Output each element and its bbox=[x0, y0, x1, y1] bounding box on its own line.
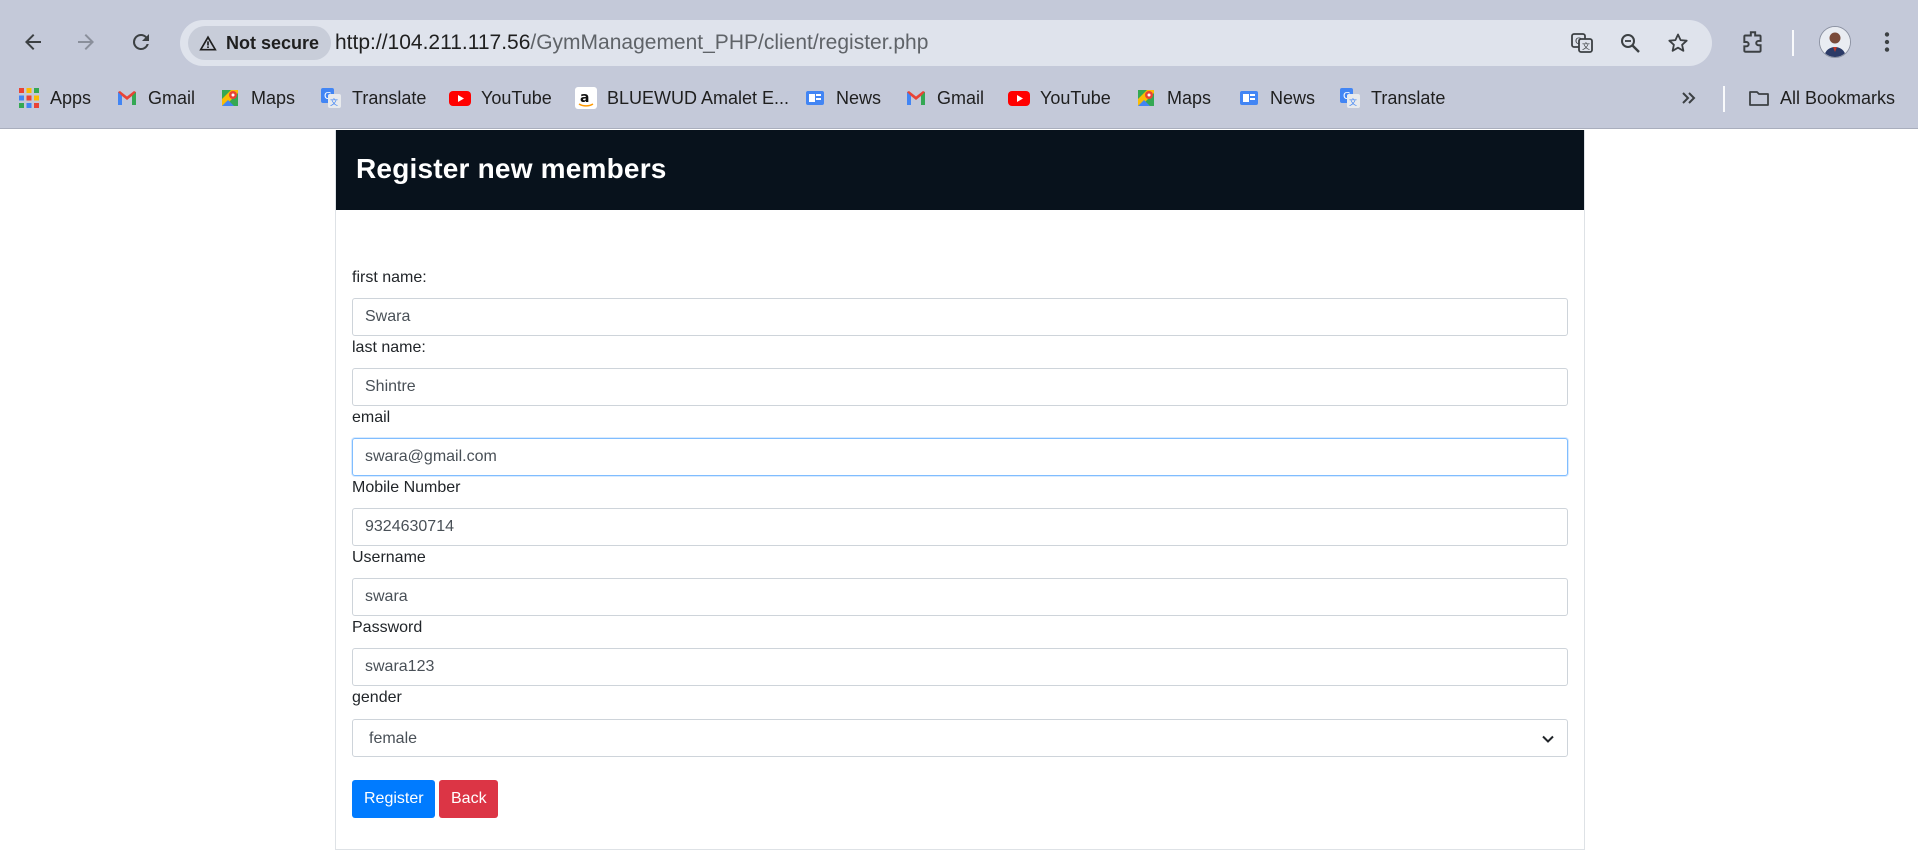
profile-avatar[interactable] bbox=[1819, 26, 1851, 58]
apps-grid-icon bbox=[19, 88, 39, 108]
news-icon bbox=[1240, 91, 1258, 105]
url-text[interactable]: http://104.211.117.56/GymManagement_PHP/… bbox=[335, 20, 928, 66]
bookmarks-overflow-button[interactable] bbox=[1678, 80, 1700, 116]
bookmark-gmail-2[interactable]: Gmail bbox=[905, 80, 984, 116]
maps-icon bbox=[222, 90, 238, 106]
address-bar[interactable]: Not secure http://104.211.117.56/GymMana… bbox=[180, 20, 1712, 66]
bookmark-youtube[interactable]: YouTube bbox=[449, 80, 552, 116]
double-chevron-right-icon bbox=[1682, 92, 1696, 104]
bookmarks-divider bbox=[1723, 86, 1725, 112]
bookmarks-bar: Apps Gmail Maps G文 Translate YouTube a B… bbox=[0, 80, 1918, 116]
svg-text:a: a bbox=[580, 90, 589, 106]
news-icon bbox=[806, 91, 824, 105]
password-field[interactable] bbox=[352, 648, 1568, 686]
svg-text:文: 文 bbox=[1349, 97, 1357, 107]
maps-icon bbox=[1138, 90, 1154, 106]
first-name-label: first name: bbox=[352, 269, 427, 286]
bookmark-youtube-2[interactable]: YouTube bbox=[1008, 80, 1111, 116]
all-bookmarks-button[interactable]: All Bookmarks bbox=[1748, 80, 1895, 116]
bookmark-amazon[interactable]: a BLUEWUD Amalet E... bbox=[575, 80, 789, 116]
folder-icon bbox=[1749, 91, 1769, 106]
gender-selected-value: female bbox=[369, 730, 418, 747]
amazon-icon: a bbox=[575, 87, 597, 109]
bookmark-apps[interactable]: Apps bbox=[18, 80, 91, 116]
last-name-label: last name: bbox=[352, 339, 426, 356]
gender-select[interactable]: female bbox=[352, 719, 1568, 757]
security-chip[interactable]: Not secure bbox=[188, 26, 332, 60]
youtube-icon bbox=[1008, 91, 1030, 106]
bookmark-news[interactable]: News bbox=[804, 80, 881, 116]
bookmark-maps-2[interactable]: Maps bbox=[1135, 80, 1211, 116]
chevron-down-icon bbox=[1542, 735, 1554, 743]
browser-chrome: Not secure http://104.211.117.56/GymMana… bbox=[0, 0, 1918, 129]
last-name-field[interactable] bbox=[352, 368, 1568, 406]
svg-text:文: 文 bbox=[1582, 41, 1590, 51]
gender-label: gender bbox=[352, 689, 402, 706]
bookmark-gmail[interactable]: Gmail bbox=[116, 80, 195, 116]
page-title: Register new members bbox=[356, 153, 667, 184]
gmail-icon bbox=[118, 91, 136, 105]
forward-arrow-icon[interactable] bbox=[66, 22, 106, 62]
back-button[interactable]: Back bbox=[439, 780, 498, 818]
bookmark-translate-2[interactable]: G文 Translate bbox=[1339, 80, 1445, 116]
youtube-icon bbox=[449, 91, 471, 106]
username-field[interactable] bbox=[352, 578, 1568, 616]
register-button[interactable]: Register bbox=[352, 780, 435, 818]
zoom-icon[interactable] bbox=[1616, 29, 1644, 57]
more-menu-icon[interactable] bbox=[1869, 24, 1905, 60]
mobile-number-label: Mobile Number bbox=[352, 479, 461, 496]
back-arrow-icon[interactable] bbox=[13, 22, 53, 62]
warning-icon bbox=[199, 35, 217, 51]
translate-page-icon[interactable]: G文 bbox=[1568, 29, 1596, 57]
bookmark-maps[interactable]: Maps bbox=[219, 80, 295, 116]
bookmark-star-icon[interactable] bbox=[1664, 29, 1692, 57]
email-label: email bbox=[352, 409, 391, 426]
extensions-icon[interactable] bbox=[1735, 24, 1771, 60]
security-label: Not secure bbox=[226, 32, 320, 53]
bookmark-translate[interactable]: G文 Translate bbox=[320, 80, 426, 116]
email-field[interactable] bbox=[352, 438, 1568, 476]
gmail-icon bbox=[907, 91, 925, 105]
svg-text:文: 文 bbox=[330, 97, 338, 107]
password-label: Password bbox=[352, 619, 423, 636]
translate-icon: G文 bbox=[1340, 88, 1360, 108]
toolbar-divider bbox=[1792, 30, 1794, 56]
username-label: Username bbox=[352, 549, 426, 566]
first-name-field[interactable] bbox=[352, 298, 1568, 336]
mobile-number-field[interactable] bbox=[352, 508, 1568, 546]
translate-icon: G文 bbox=[321, 88, 341, 108]
bookmark-news-2[interactable]: News bbox=[1238, 80, 1315, 116]
reload-icon[interactable] bbox=[121, 22, 161, 62]
card-header: Register new members bbox=[336, 130, 1584, 210]
